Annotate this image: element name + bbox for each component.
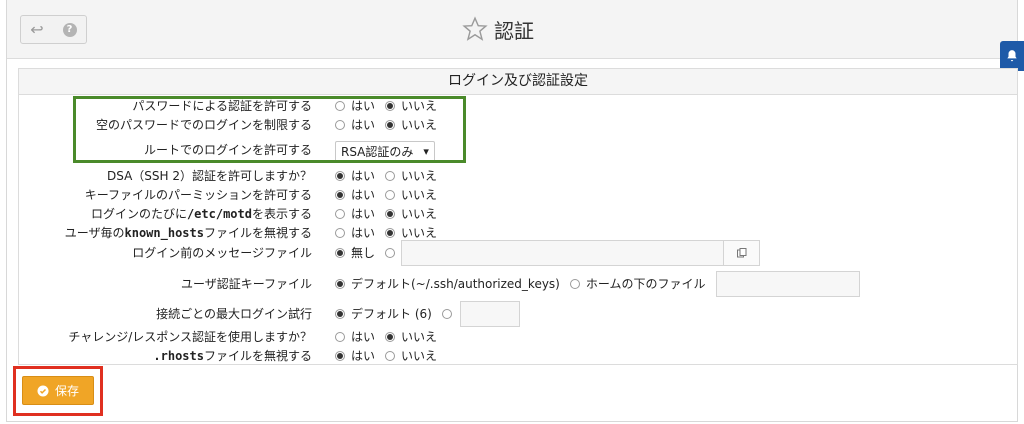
- radio-label: はい: [351, 349, 376, 363]
- back-arrow-icon: ↩: [30, 20, 44, 39]
- setting-label-text: チャレンジ/レスポンス認証を使用しますか？: [68, 330, 312, 344]
- radio-button[interactable]: [441, 309, 452, 319]
- setting-label-text: キーファイルのパーミッションを許可する: [84, 188, 312, 202]
- radio-button[interactable]: [569, 279, 580, 289]
- radio-button[interactable]: [335, 351, 345, 361]
- radio-label: いいえ: [401, 169, 438, 183]
- setting-label: ログイン前のメッセージファイル: [132, 244, 312, 262]
- setting-label: ログインのたびに/etc/motdを表示する: [91, 205, 312, 223]
- setting-label-box: キーファイルのパーミッションを許可する: [19, 186, 312, 204]
- radio-button[interactable]: [385, 190, 396, 200]
- radio-button[interactable]: [335, 332, 345, 342]
- radio-button[interactable]: [385, 209, 396, 219]
- setting-label-box: ユーザ毎のknown_hostsファイルを無視する: [19, 224, 312, 242]
- setting-options: デフォルト(~/.ssh/authorized_keys) ホームの下のファイル: [335, 271, 860, 297]
- setting-label-box: ユーザ認証キーファイル: [19, 275, 312, 293]
- setting-label-text: ログイン前のメッセージファイル: [132, 246, 312, 260]
- setting-label-box: チャレンジ/レスポンス認証を使用しますか？: [19, 328, 312, 346]
- help-button[interactable]: ?: [53, 15, 87, 44]
- setting-label-box: DSA（SSH 2）認証を許可しますか？: [19, 167, 312, 185]
- radio-label: デフォルト(~/.ssh/authorized_keys): [351, 277, 560, 291]
- radio-label: 無し: [351, 246, 376, 260]
- setting-label-box: ログイン前のメッセージファイル: [19, 244, 312, 262]
- title-area: 認証: [462, 14, 534, 44]
- setting-label: ユーザ認証キーファイル: [181, 275, 312, 293]
- home-keyfile-input[interactable]: [715, 271, 860, 297]
- setting-label-text: ファイルを無視する: [203, 349, 312, 363]
- star-icon[interactable]: [462, 16, 488, 42]
- setting-row: ログインのたびに/etc/motdを表示する はい いいえ: [19, 205, 999, 223]
- setting-options: はい いいえ: [335, 167, 447, 185]
- check-circle-icon: [37, 385, 49, 396]
- setting-options: はい いいえ: [335, 186, 447, 204]
- setting-label-text: ログインのたびに: [90, 207, 187, 221]
- setting-label-code: /etc/motd: [186, 207, 252, 221]
- setting-label-text: ユーザ毎の: [64, 226, 125, 240]
- setting-label: DSA（SSH 2）認証を許可しますか？: [107, 167, 312, 185]
- setting-options: はい いいえ: [335, 205, 447, 223]
- radio-button[interactable]: [385, 332, 396, 342]
- radio-button[interactable]: [335, 171, 345, 181]
- setting-row: チャレンジ/レスポンス認証を使用しますか？ はい いいえ: [19, 328, 999, 346]
- setting-row: DSA（SSH 2）認証を許可しますか？ はい いいえ: [19, 167, 999, 185]
- setting-label: .rhostsファイルを無視する: [153, 347, 312, 365]
- setting-label-text: DSA（SSH 2）認証を許可しますか？: [107, 169, 312, 183]
- setting-label-box: 接続ごとの最大ログイン試行: [19, 305, 312, 323]
- setting-row: .rhostsファイルを無視する はい いいえ: [19, 347, 999, 365]
- save-button[interactable]: 保存: [22, 376, 94, 405]
- radio-label: はい: [351, 188, 376, 202]
- setting-row: ログイン前のメッセージファイル 無し: [19, 240, 999, 270]
- setting-label-code: known_hosts: [124, 226, 204, 240]
- max-login-attempts-input[interactable]: [459, 301, 520, 327]
- radio-button[interactable]: [335, 279, 345, 289]
- setting-label: ユーザ毎のknown_hostsファイルを無視する: [65, 224, 312, 242]
- setting-label-box: .rhostsファイルを無視する: [19, 347, 312, 365]
- radio-button[interactable]: [335, 190, 345, 200]
- setting-options: はい いいえ: [335, 328, 447, 346]
- setting-options: デフォルト (6): [335, 301, 520, 327]
- radio-label: いいえ: [401, 349, 438, 363]
- radio-label: ホームの下のファイル: [585, 277, 706, 291]
- save-label: 保存: [54, 384, 79, 398]
- page-title: 認証: [494, 18, 534, 43]
- setting-options: 無し: [335, 240, 761, 266]
- radio-label: いいえ: [401, 207, 438, 221]
- setting-label-code: .rhosts: [153, 349, 204, 363]
- radio-button[interactable]: [385, 228, 396, 238]
- setting-label: 接続ごとの最大ログイン試行: [156, 305, 312, 323]
- radio-label: はい: [351, 330, 376, 344]
- radio-button[interactable]: [385, 351, 396, 361]
- radio-button[interactable]: [335, 248, 345, 258]
- notification-tab[interactable]: [1000, 41, 1024, 71]
- bell-icon: [1007, 50, 1017, 62]
- setting-label: キーファイルのパーミッションを許可する: [85, 186, 312, 204]
- radio-label: デフォルト (6): [351, 307, 432, 321]
- radio-label: はい: [351, 169, 376, 183]
- radio-button[interactable]: [385, 171, 396, 181]
- back-button[interactable]: ↩: [20, 15, 54, 44]
- panel-title: ログイン及び認証設定: [19, 69, 1017, 95]
- setting-label-text: を表示する: [251, 207, 312, 221]
- file-browse-icon: [736, 248, 747, 258]
- help-icon: ?: [62, 22, 77, 37]
- setting-label-box: ログインのたびに/etc/motdを表示する: [19, 205, 312, 223]
- setting-options: はい いいえ: [335, 347, 447, 365]
- radio-button[interactable]: [335, 309, 345, 319]
- radio-label: はい: [351, 207, 376, 221]
- radio-button[interactable]: [335, 228, 345, 238]
- top-bar: ↩ ? 認証: [7, 0, 1017, 59]
- highlight-green-box: [73, 96, 466, 163]
- radio-label: いいえ: [401, 330, 438, 344]
- setting-label-text: ファイルを無視する: [203, 226, 312, 240]
- file-browse-button[interactable]: [724, 240, 761, 266]
- setting-label-text: 接続ごとの最大ログイン試行: [156, 307, 312, 321]
- setting-row: ユーザ認証キーファイル デフォルト(~/.ssh/authorized_keys)…: [19, 271, 999, 301]
- setting-label: チャレンジ/レスポンス認証を使用しますか？: [68, 328, 312, 346]
- radio-label: いいえ: [401, 188, 438, 202]
- radio-button[interactable]: [335, 209, 345, 219]
- message-file-input[interactable]: [401, 240, 725, 266]
- setting-label-text: ユーザ認証キーファイル: [180, 277, 312, 291]
- setting-row: キーファイルのパーミッションを許可する はい いいえ: [19, 186, 999, 204]
- radio-button[interactable]: [385, 248, 396, 258]
